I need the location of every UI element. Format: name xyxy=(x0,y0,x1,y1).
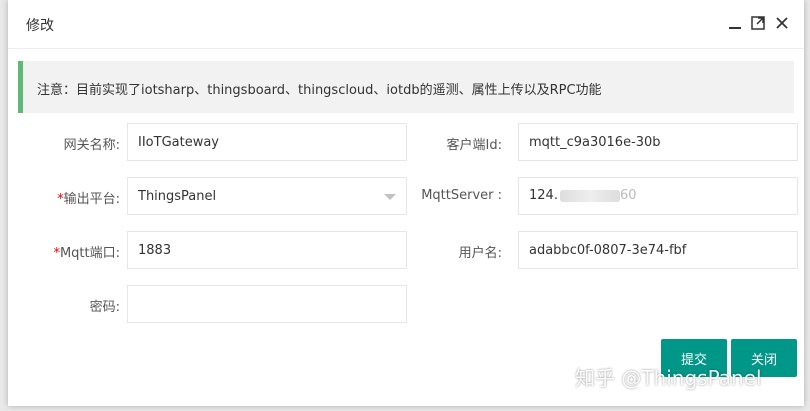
password-label: 密码: xyxy=(89,300,120,315)
mqtt-port-label-wrap: *Mqtt端口: xyxy=(28,242,120,261)
platform-select-value: ThingsPanel xyxy=(138,189,217,204)
chevron-down-icon xyxy=(384,194,396,200)
gateway-name-label: 网关名称: xyxy=(63,138,120,153)
dialog-titlebar: 修改 xyxy=(8,0,804,49)
minimize-icon[interactable] xyxy=(726,14,744,32)
notice-banner: 注意：目前实现了iotsharp、thingsboard、thingscloud… xyxy=(18,61,794,113)
client-id-input[interactable] xyxy=(518,123,798,161)
mqtt-port-label: Mqtt端口: xyxy=(59,246,120,261)
client-id-label: 客户端Id: xyxy=(446,138,502,153)
gateway-name-input[interactable] xyxy=(127,123,407,161)
close-button[interactable]: 关闭 xyxy=(731,339,797,377)
maximize-icon[interactable] xyxy=(749,14,767,32)
platform-select[interactable]: ThingsPanel xyxy=(127,177,407,215)
username-input[interactable] xyxy=(518,231,798,269)
submit-button[interactable]: 提交 xyxy=(661,339,727,377)
username-label: 用户名: xyxy=(458,246,502,261)
platform-label: 输出平台: xyxy=(63,192,120,207)
edit-dialog: 修改 注意：目前实现了iotsharp、thingsboard、thingscl… xyxy=(8,0,804,406)
mqtt-port-input[interactable] xyxy=(127,231,407,269)
mqtt-server-label: MqttServer : xyxy=(421,188,502,203)
mqtt-server-value-suffix: 60 xyxy=(619,188,637,203)
mqtt-server-value-prefix: 124. xyxy=(529,188,558,203)
redacted-blur xyxy=(559,189,620,202)
notice-text: 注意：目前实现了iotsharp、thingsboard、thingscloud… xyxy=(37,83,602,98)
password-input[interactable] xyxy=(127,285,407,323)
platform-label-wrap: *输出平台: xyxy=(28,188,120,207)
mqtt-server-input[interactable]: 124. 60 xyxy=(518,177,798,215)
close-icon[interactable] xyxy=(773,14,791,32)
dialog-title: 修改 xyxy=(26,18,54,34)
